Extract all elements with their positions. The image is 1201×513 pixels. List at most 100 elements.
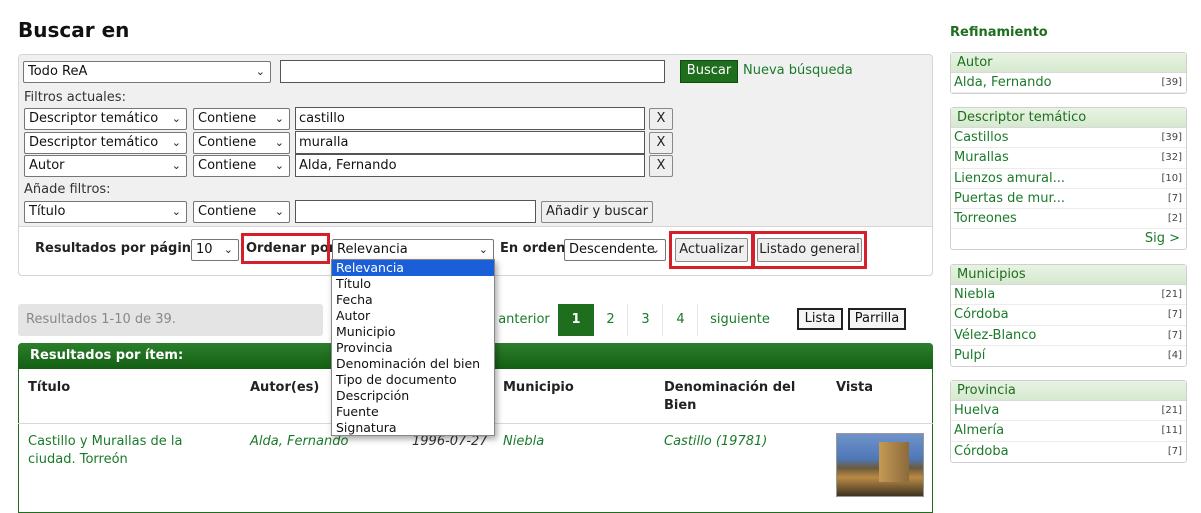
- filter-op-value: Contiene: [198, 111, 257, 126]
- pager-next[interactable]: siguiente: [700, 304, 780, 336]
- sort-option[interactable]: Fuente: [332, 404, 494, 420]
- col-denomination: Denominación del Bien: [664, 380, 796, 413]
- highlight-update-button: [669, 231, 754, 269]
- facet-item[interactable]: Pulpí [4]: [951, 346, 1186, 366]
- facet-item-label: Córdoba: [954, 307, 1009, 323]
- filter-op-value: Contiene: [198, 135, 257, 150]
- add-filter-op-value: Contiene: [198, 204, 257, 219]
- filter-value-input[interactable]: muralla: [295, 131, 645, 154]
- order-select[interactable]: Descendente ⌄: [564, 239, 666, 261]
- pager-prev[interactable]: anterior: [496, 304, 552, 336]
- filter-field-select[interactable]: Autor ⌄: [24, 155, 187, 177]
- filter-value-input[interactable]: castillo: [295, 107, 645, 130]
- facet-item-count: [39]: [1161, 132, 1182, 143]
- filter-op-select[interactable]: Contiene ⌄: [193, 132, 290, 154]
- facet-item-label: Torreones: [954, 211, 1017, 227]
- pager-page-2[interactable]: 2: [594, 304, 628, 336]
- facet-item-count: [39]: [1161, 77, 1182, 88]
- add-and-search-button[interactable]: Añadir y buscar: [541, 201, 653, 223]
- facet-item[interactable]: Alda, Fernando [39]: [951, 73, 1186, 94]
- sort-option[interactable]: Provincia: [332, 340, 494, 356]
- result-municipality-link[interactable]: Niebla: [503, 433, 544, 451]
- search-input[interactable]: [280, 60, 665, 83]
- sort-option[interactable]: Descripción: [332, 388, 494, 404]
- add-filter-field-select[interactable]: Título ⌄: [24, 201, 187, 223]
- facet-municipios: Municipios Niebla [21] Córdoba [7] Vélez-B…: [950, 264, 1187, 368]
- sort-option[interactable]: Autor: [332, 308, 494, 324]
- sort-option[interactable]: Tipo de documento: [332, 372, 494, 388]
- facet-item-label: Puertas de mur...: [954, 190, 1065, 206]
- facet-item-count: [21]: [1161, 405, 1182, 416]
- view-grid-button[interactable]: Parrilla: [848, 308, 906, 330]
- chevron-down-icon: ⌄: [478, 243, 488, 256]
- highlight-general-list-button: [752, 231, 867, 269]
- facet-item[interactable]: Puertas de mur... [7]: [951, 189, 1186, 210]
- facet-item[interactable]: Castillos [39]: [951, 128, 1186, 149]
- facet-item-label: Almería: [954, 423, 1005, 439]
- chevron-down-icon: ⌄: [171, 205, 181, 218]
- facet-item[interactable]: Torreones [2]: [951, 209, 1186, 230]
- facet-item-label: Murallas: [954, 150, 1009, 166]
- facet-item-count: [7]: [1167, 445, 1182, 457]
- filter-value-input[interactable]: Alda, Fernando: [295, 154, 645, 177]
- facet-item[interactable]: Huelva [21]: [951, 401, 1186, 422]
- sort-select[interactable]: Relevancia ⌄: [332, 239, 494, 261]
- sort-option[interactable]: Signatura: [332, 420, 494, 436]
- view-list-button[interactable]: Lista: [797, 308, 843, 330]
- facet-item[interactable]: Murallas [32]: [951, 148, 1186, 169]
- facet-item-count: [7]: [1167, 192, 1182, 204]
- sidebar-title: Refinamiento: [950, 25, 1048, 40]
- col-title: Título: [28, 380, 71, 395]
- facet-item[interactable]: Almería [11]: [951, 421, 1186, 442]
- result-title-link[interactable]: Castillo y Murallas de la ciudad. Torreó…: [28, 433, 233, 469]
- facet-header: Descriptor temático: [951, 108, 1186, 128]
- facet-item-label: Castillos: [954, 130, 1009, 145]
- facet-item[interactable]: Vélez-Blanco [7]: [951, 326, 1186, 346]
- filter-field-select[interactable]: Descriptor temático ⌄: [24, 108, 187, 130]
- sort-option[interactable]: Denominación del bien: [332, 356, 494, 372]
- sort-option[interactable]: Fecha: [332, 292, 494, 308]
- add-filter-op-select[interactable]: Contiene ⌄: [193, 201, 290, 223]
- facet-item-label: Huelva: [954, 403, 1000, 418]
- search-button[interactable]: Buscar: [680, 60, 738, 83]
- facet-item[interactable]: Niebla [21]: [951, 285, 1186, 306]
- filter-field-value: Descriptor temático: [29, 111, 159, 126]
- per-page-label: Resultados por página: [35, 241, 200, 256]
- scope-value: Todo ReA: [28, 64, 88, 79]
- tower-shape: [879, 442, 909, 482]
- facet-item-label: Pulpí: [954, 347, 986, 363]
- new-search-link[interactable]: Nueva búsqueda: [743, 63, 853, 78]
- chevron-down-icon: ⌄: [274, 136, 284, 149]
- chevron-down-icon: ⌄: [171, 136, 181, 149]
- facet-header: Provincia: [951, 381, 1186, 401]
- facet-header: Autor: [951, 53, 1186, 73]
- sort-dropdown-list[interactable]: Relevancia Título Fecha Autor Municipio Provi…: [331, 259, 495, 436]
- facet-item[interactable]: Lienzos amural... [10]: [951, 169, 1186, 189]
- chevron-down-icon: ⌄: [255, 65, 265, 78]
- sort-option[interactable]: Municipio: [332, 324, 494, 340]
- remove-filter-button[interactable]: X: [649, 155, 673, 177]
- filter-op-select[interactable]: Contiene ⌄: [193, 155, 290, 177]
- facet-item[interactable]: Córdoba [7]: [951, 442, 1186, 462]
- remove-filter-button[interactable]: X: [649, 108, 673, 130]
- pager-page-3[interactable]: 3: [629, 304, 663, 336]
- remove-filter-button[interactable]: X: [649, 132, 673, 154]
- filter-op-value: Contiene: [198, 158, 257, 173]
- result-denomination-link[interactable]: Castillo (19781): [664, 433, 767, 451]
- pager-page-4[interactable]: 4: [664, 304, 698, 336]
- sort-option[interactable]: Título: [332, 276, 494, 292]
- per-page-select[interactable]: 10 ⌄: [191, 239, 239, 261]
- result-thumbnail[interactable]: [836, 433, 924, 497]
- filter-field-value: Autor: [29, 158, 65, 173]
- chevron-down-icon: ⌄: [650, 243, 660, 256]
- filter-op-select[interactable]: Contiene ⌄: [193, 108, 290, 130]
- pager-page-1[interactable]: 1: [558, 304, 594, 336]
- facet-item[interactable]: Córdoba [7]: [951, 305, 1186, 326]
- filter-field-select[interactable]: Descriptor temático ⌄: [24, 132, 187, 154]
- facet-more-link[interactable]: Sig >: [951, 229, 1186, 249]
- sort-option[interactable]: Relevancia: [332, 260, 494, 276]
- scope-select[interactable]: Todo ReA ⌄: [23, 61, 271, 83]
- facet-item-label: Lienzos amural...: [954, 170, 1065, 186]
- add-filter-value-input[interactable]: [295, 200, 536, 223]
- per-page-value: 10: [196, 242, 213, 257]
